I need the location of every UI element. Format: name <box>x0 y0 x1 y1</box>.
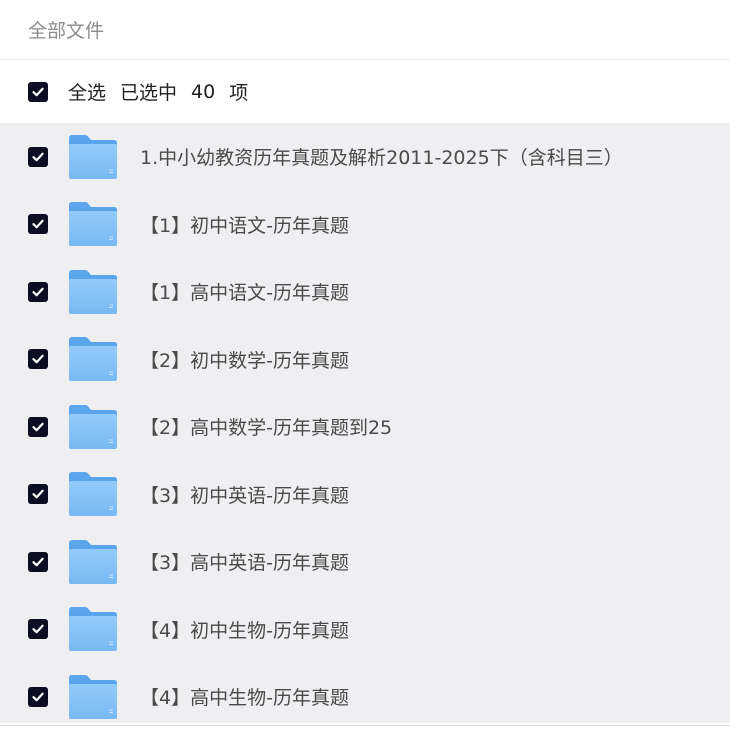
folder-icon <box>68 336 118 382</box>
folder-icon <box>68 674 118 720</box>
breadcrumb: 全部文件 <box>0 0 730 60</box>
file-name[interactable]: 【4】高中生物-历年真题 <box>140 683 349 710</box>
checkmark-icon <box>32 422 44 432</box>
row-checkbox[interactable] <box>28 619 48 640</box>
folder-icon <box>68 404 118 450</box>
row-checkbox[interactable] <box>28 281 48 302</box>
file-name[interactable]: 【1】初中语文-历年真题 <box>140 211 349 238</box>
checkmark-icon <box>32 354 44 364</box>
checkmark-icon <box>32 219 44 229</box>
folder-icon <box>68 269 118 315</box>
row-checkbox[interactable] <box>28 146 48 167</box>
file-name[interactable]: 【1】高中语文-历年真题 <box>140 278 349 305</box>
file-list: 1.中小幼教资历年真题及解析2011-2025下（含科目三） 【1】初中语文-历… <box>0 123 730 723</box>
row-checkbox[interactable] <box>28 551 48 572</box>
row-checkbox[interactable] <box>28 686 48 707</box>
selected-count: 40 <box>191 80 216 103</box>
folder-icon <box>68 471 118 517</box>
checkmark-icon <box>32 557 44 567</box>
selected-prefix: 已选中 <box>120 82 178 104</box>
checkmark-icon <box>32 489 44 499</box>
file-name[interactable]: 【2】高中数学-历年真题到25 <box>140 413 392 440</box>
checkmark-icon <box>32 152 44 162</box>
file-name[interactable]: 【3】高中英语-历年真题 <box>140 548 349 575</box>
file-row[interactable]: 【4】初中生物-历年真题 <box>0 596 730 664</box>
file-row[interactable]: 【3】高中英语-历年真题 <box>0 528 730 596</box>
file-manager-page: 全部文件 全选 已选中 40 项 1.中小幼教资历年真题及解析2011-2025… <box>0 0 730 730</box>
file-row[interactable]: 【1】初中语文-历年真题 <box>0 191 730 259</box>
folder-icon <box>68 539 118 585</box>
row-checkbox[interactable] <box>28 416 48 437</box>
selected-suffix: 项 <box>229 82 249 104</box>
file-name[interactable]: 1.中小幼教资历年真题及解析2011-2025下（含科目三） <box>140 143 623 170</box>
checkmark-icon <box>32 287 44 297</box>
file-row[interactable]: 【4】高中生物-历年真题 <box>0 663 730 730</box>
file-name[interactable]: 【2】初中数学-历年真题 <box>140 346 349 373</box>
checkmark-icon <box>32 692 44 702</box>
select-all-label[interactable]: 全选 <box>68 78 106 105</box>
row-checkbox[interactable] <box>28 214 48 235</box>
file-row[interactable]: 【3】初中英语-历年真题 <box>0 461 730 529</box>
checkmark-icon <box>32 624 44 634</box>
row-checkbox[interactable] <box>28 484 48 505</box>
breadcrumb-all-files[interactable]: 全部文件 <box>28 16 104 43</box>
file-name[interactable]: 【4】初中生物-历年真题 <box>140 616 349 643</box>
row-checkbox[interactable] <box>28 349 48 370</box>
file-name[interactable]: 【3】初中英语-历年真题 <box>140 481 349 508</box>
file-row[interactable]: 【1】高中语文-历年真题 <box>0 258 730 326</box>
folder-icon <box>68 134 118 180</box>
file-row[interactable]: 【2】初中数学-历年真题 <box>0 326 730 394</box>
folder-icon <box>68 201 118 247</box>
list-bottom-divider <box>0 725 730 726</box>
select-all-bar: 全选 已选中 40 项 <box>0 60 730 123</box>
select-all-checkbox[interactable] <box>28 81 48 102</box>
file-row[interactable]: 1.中小幼教资历年真题及解析2011-2025下（含科目三） <box>0 123 730 191</box>
file-row[interactable]: 【2】高中数学-历年真题到25 <box>0 393 730 461</box>
checkmark-icon <box>32 87 44 96</box>
folder-icon <box>68 606 118 652</box>
